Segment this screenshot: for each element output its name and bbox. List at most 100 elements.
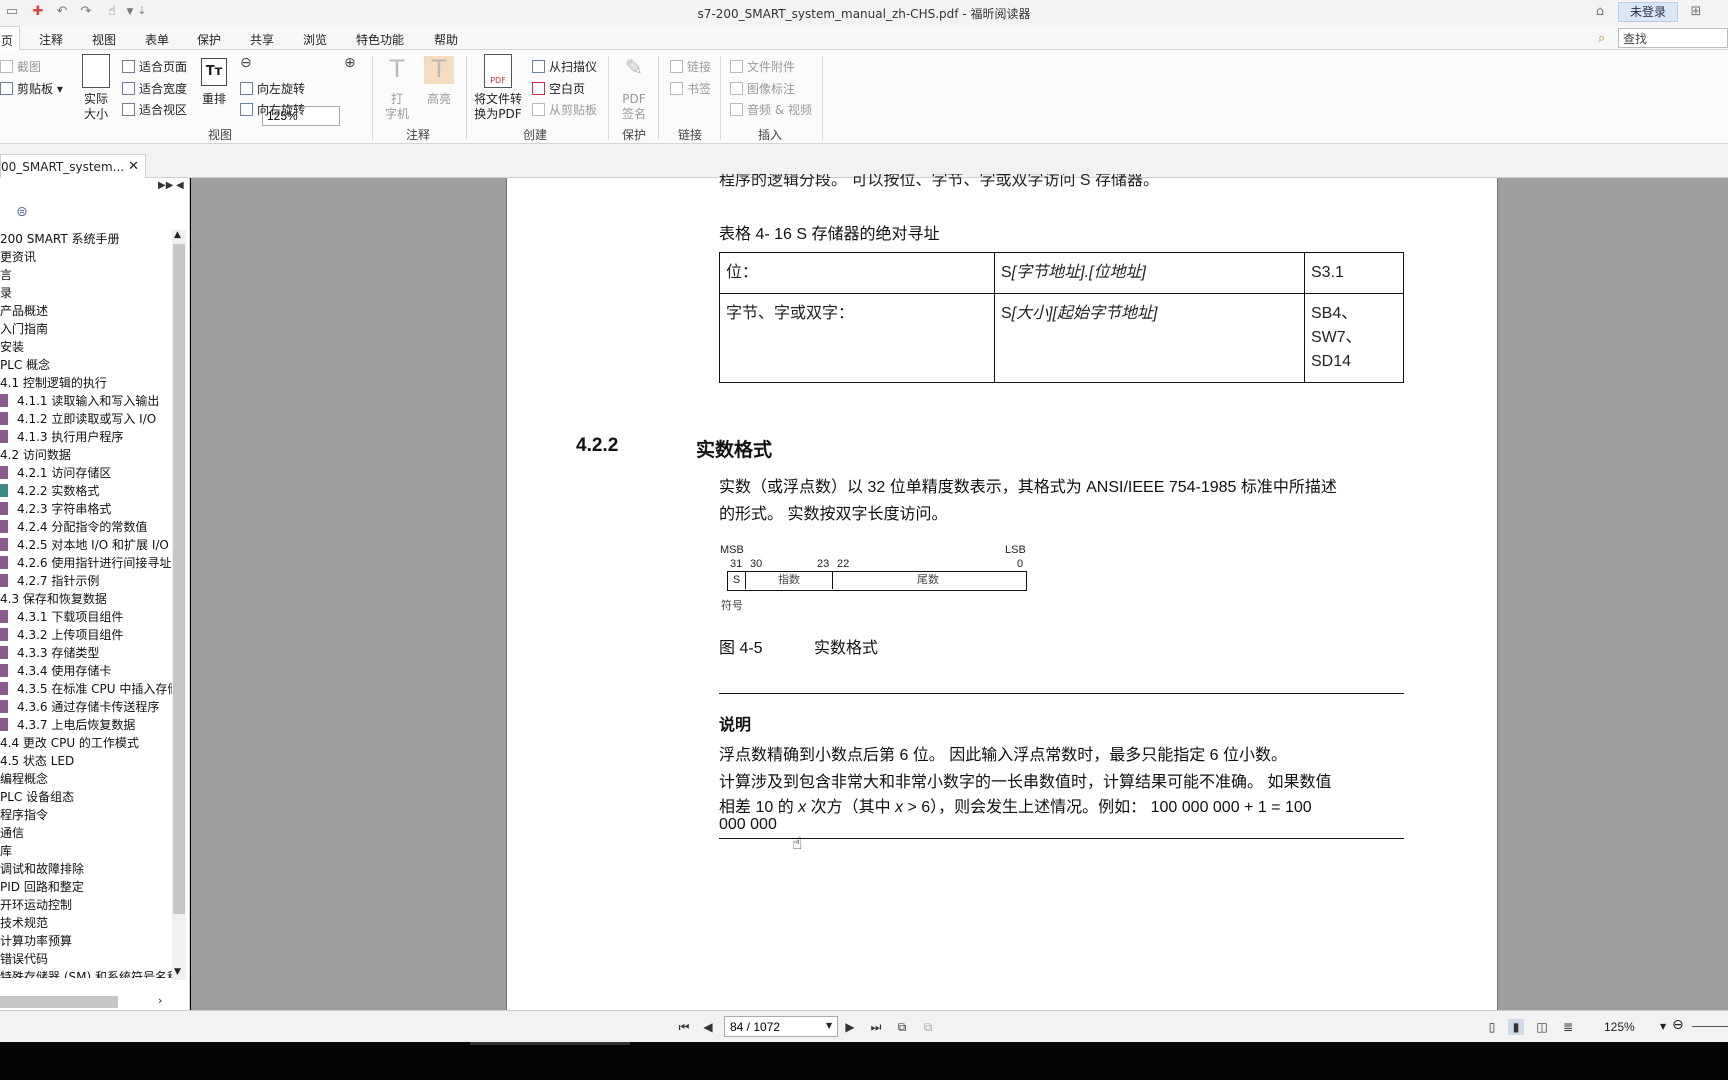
scroll-up-icon[interactable]: ▲: [174, 230, 181, 240]
bookmark-item[interactable]: 错误代码: [0, 950, 172, 968]
actual-size-button[interactable]: 实际 大小: [80, 92, 112, 122]
rotate-left-button[interactable]: 向左旋转: [240, 80, 305, 97]
bookmark-item[interactable]: 4.1.2 立即读取或写入 I/O: [0, 410, 172, 428]
link-button[interactable]: 链接: [670, 58, 711, 75]
file-attachment-button[interactable]: 文件附件: [730, 58, 795, 75]
from-clipboard-button[interactable]: 从剪贴板: [532, 101, 597, 118]
bookmark-item[interactable]: 4.3.4 使用存储卡: [0, 662, 172, 680]
bookmark-item[interactable]: 4.3.2 上传项目组件: [0, 626, 172, 644]
typewriter-button[interactable]: 打字机: [381, 92, 413, 122]
pdf-sign-button[interactable]: PDF 签名: [617, 92, 651, 122]
menu-help[interactable]: 帮助: [434, 31, 458, 48]
menu-home[interactable]: 页: [0, 26, 21, 51]
page-dropdown-icon[interactable]: ▼: [826, 1021, 832, 1030]
bookmark-item[interactable]: 4.5 状态 LED: [0, 752, 172, 770]
bookmark-scrollbar[interactable]: ▲ ▼: [172, 230, 186, 980]
bookmark-item[interactable]: 4.2.7 指针示例: [0, 572, 172, 590]
expand-panel-icon[interactable]: ▶▶: [158, 180, 173, 191]
screenshot-button[interactable]: 截图: [0, 58, 41, 75]
blank-page-button[interactable]: 空白页: [532, 80, 585, 97]
bookmark-button[interactable]: 书签: [670, 80, 711, 97]
bookmark-item[interactable]: 4.3.6 通过存储卡传送程序: [0, 698, 172, 716]
menu-protect[interactable]: 保护: [197, 31, 221, 48]
highlight-button[interactable]: 高亮: [422, 92, 456, 107]
bookmark-item[interactable]: 4.2.6 使用指针进行间接寻址: [0, 554, 172, 572]
prev-page-icon[interactable]: ◀: [700, 1019, 716, 1035]
bookmark-item[interactable]: 调试和故障排除: [0, 860, 172, 878]
continuous-page-icon[interactable]: ▮: [1508, 1019, 1524, 1035]
fit-page-button[interactable]: 适合页面: [122, 58, 187, 75]
first-page-icon[interactable]: ⏮: [676, 1019, 692, 1035]
bookmark-item[interactable]: 4.1.1 读取输入和写入输出: [0, 392, 172, 410]
clipboard-button[interactable]: 剪贴板 ▾: [0, 80, 63, 97]
bookmark-options-icon[interactable]: ⊜: [16, 204, 28, 220]
search-input[interactable]: [1618, 28, 1728, 48]
zoom-dropdown-icon[interactable]: ▼: [1660, 1022, 1666, 1031]
menu-special[interactable]: 特色功能: [356, 31, 404, 48]
bookmark-item[interactable]: 计算功率预算: [0, 932, 172, 950]
bookmark-item[interactable]: 更资讯: [0, 248, 172, 266]
zoom-in-icon[interactable]: ⊕: [344, 55, 356, 71]
bookmark-item[interactable]: 4.3.5 在标准 CPU 中插入存储: [0, 680, 172, 698]
collapse-panel-icon[interactable]: ◀: [176, 180, 184, 191]
reflow-button[interactable]: 重排: [198, 92, 230, 107]
bookmark-item[interactable]: 4.2.1 访问存储区: [0, 464, 172, 482]
menu-share[interactable]: 共享: [250, 31, 274, 48]
menu-comment[interactable]: 注释: [39, 31, 63, 48]
bookmark-item[interactable]: 4.2.2 实数格式: [0, 482, 172, 500]
next-view-icon[interactable]: ⧉: [920, 1019, 936, 1035]
bookmark-item[interactable]: 4.2 访问数据: [0, 446, 172, 464]
previous-view-icon[interactable]: ⧉: [894, 1019, 910, 1035]
bookmark-item[interactable]: 编程概念: [0, 770, 172, 788]
scroll-down-icon[interactable]: ▼: [174, 967, 181, 977]
fit-width-button[interactable]: 适合宽度: [122, 80, 187, 97]
menu-form[interactable]: 表单: [145, 31, 169, 48]
last-page-icon[interactable]: ⏭: [868, 1019, 884, 1035]
bookmark-item[interactable]: 产品概述: [0, 302, 172, 320]
scrollbar-thumb[interactable]: [173, 244, 185, 914]
bookmark-item[interactable]: 4.2.4 分配指令的常数值: [0, 518, 172, 536]
bookmark-item[interactable]: 录: [0, 284, 172, 302]
convert-pdf-button[interactable]: 将文件转 换为PDF: [470, 92, 526, 122]
menu-view[interactable]: 视图: [92, 31, 116, 48]
image-annotation-button[interactable]: 图像标注: [730, 80, 795, 97]
fit-view-button[interactable]: 适合视区: [122, 101, 187, 118]
document-tab[interactable]: 00_SMART_system... ✕: [0, 154, 146, 178]
bookmark-item[interactable]: 安装: [0, 338, 172, 356]
scroll-right-icon[interactable]: ›: [158, 994, 162, 1007]
bookmark-item[interactable]: 开环运动控制: [0, 896, 172, 914]
bookmark-item[interactable]: 程序指令: [0, 806, 172, 824]
bookmark-item[interactable]: 4.2.5 对本地 I/O 和扩展 I/O: [0, 536, 172, 554]
audio-video-button[interactable]: 音频 & 视频: [730, 101, 812, 118]
skin-icon[interactable]: ⌂: [1592, 4, 1608, 20]
bookmark-item[interactable]: PID 回路和整定: [0, 878, 172, 896]
bookmark-item[interactable]: PLC 设备组态: [0, 788, 172, 806]
bookmark-item[interactable]: 4.3.3 存储类型: [0, 644, 172, 662]
login-button[interactable]: 未登录: [1618, 2, 1678, 22]
continuous-facing-icon[interactable]: ≣: [1560, 1019, 1576, 1035]
bookmark-item[interactable]: 4.3.7 上电后恢复数据: [0, 716, 172, 734]
bookmark-item[interactable]: 入门指南: [0, 320, 172, 338]
bookmark-item[interactable]: 4.1 控制逻辑的执行: [0, 374, 172, 392]
bookmark-item[interactable]: PLC 概念: [0, 356, 172, 374]
horizontal-scrollbar-thumb[interactable]: [0, 996, 118, 1008]
zoom-out-status-icon[interactable]: ⊖: [1672, 1017, 1684, 1033]
bookmark-item[interactable]: 4.4 更改 CPU 的工作模式: [0, 734, 172, 752]
bookmark-item[interactable]: 4.1.3 执行用户程序: [0, 428, 172, 446]
bookmark-item[interactable]: 库: [0, 842, 172, 860]
bookmark-item[interactable]: 言: [0, 266, 172, 284]
close-tab-icon[interactable]: ✕: [128, 159, 139, 174]
page-number-input[interactable]: [724, 1016, 838, 1037]
single-page-icon[interactable]: ▯: [1484, 1019, 1500, 1035]
next-page-icon[interactable]: ▶: [842, 1019, 858, 1035]
bookmark-item[interactable]: 4.3 保存和恢复数据: [0, 590, 172, 608]
bookmark-item[interactable]: 4.3.1 下载项目组件: [0, 608, 172, 626]
bookmark-item[interactable]: 4.2.3 字符串格式: [0, 500, 172, 518]
bookmark-item[interactable]: 200 SMART 系统手册: [0, 230, 172, 248]
zoom-level[interactable]: 125%: [1604, 1020, 1635, 1034]
bookmark-item[interactable]: 特殊存储器 (SM) 和系统符号名称: [0, 968, 172, 978]
zoom-out-icon[interactable]: ⊖: [240, 55, 252, 71]
rotate-right-button[interactable]: 向右旋转: [240, 101, 305, 118]
from-scanner-button[interactable]: 从扫描仪: [532, 58, 597, 75]
apps-grid-icon[interactable]: ⊞: [1688, 4, 1704, 20]
